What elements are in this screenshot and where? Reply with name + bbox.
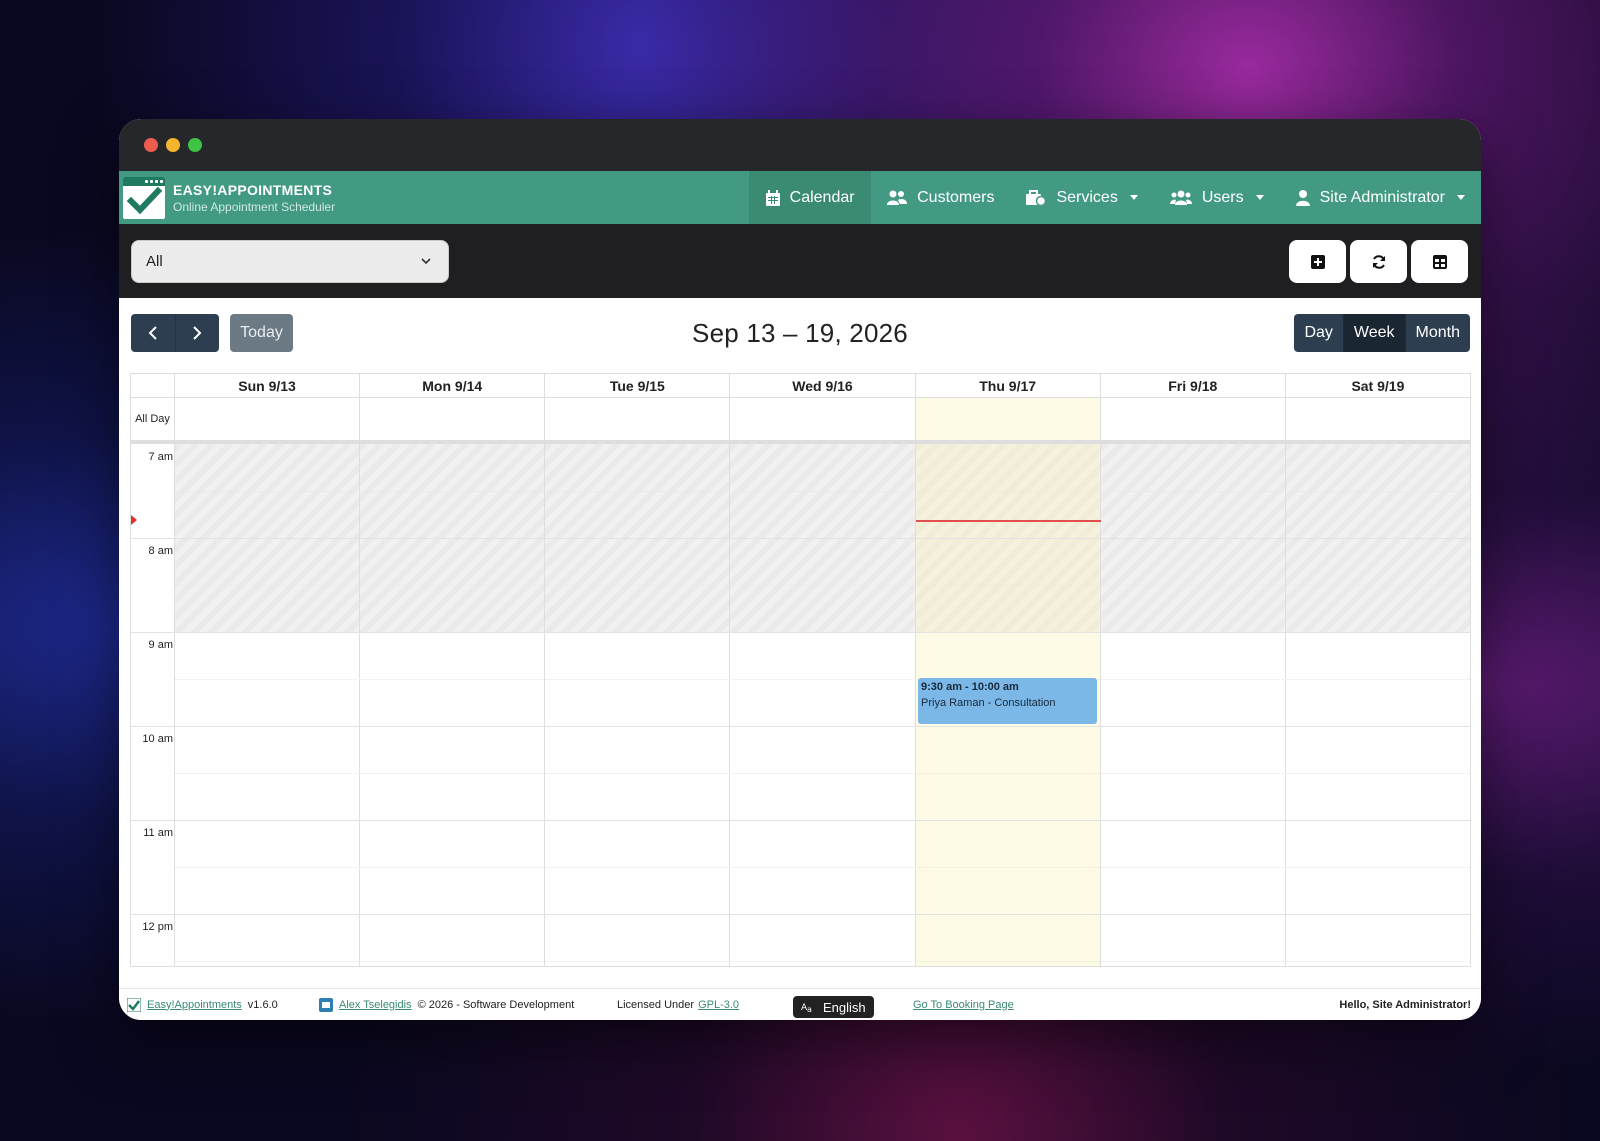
now-indicator-arrow xyxy=(131,515,137,525)
brand[interactable]: EASY!APPOINTMENTS Online Appointment Sch… xyxy=(119,171,749,224)
nav-users-label: Users xyxy=(1201,188,1244,206)
day-column[interactable] xyxy=(175,444,361,966)
footer-app: Easy!Appointments v1.6.0 xyxy=(127,997,278,1012)
calendar-toolbar: All xyxy=(119,224,1481,298)
footer-license-prefix: Licensed Under xyxy=(617,998,695,1011)
chevron-down-icon xyxy=(1129,195,1138,200)
now-indicator-line xyxy=(916,520,1101,522)
all-day-cell[interactable] xyxy=(1101,398,1286,440)
event-title: Priya Raman - Consultation xyxy=(921,697,1056,709)
main-nav: Calendar Customers Services Users Site A… xyxy=(749,171,1481,224)
all-day-cell-today[interactable] xyxy=(915,398,1101,440)
day-header[interactable]: Sat 9/19 xyxy=(1286,374,1470,397)
app-logo-icon xyxy=(127,997,141,1012)
day-header[interactable]: Tue 9/15 xyxy=(545,374,731,397)
day-column[interactable] xyxy=(545,444,731,966)
nav-site-administrator[interactable]: Site Administrator xyxy=(1280,171,1481,224)
calendar-main: Today Sep 13 – 19, 2026 Day Week Month S… xyxy=(119,298,1481,990)
footer-copyright: © 2026 - Software Development xyxy=(417,998,575,1011)
reload-button[interactable] xyxy=(1350,240,1407,283)
nav-services[interactable]: Services xyxy=(1010,171,1153,224)
chevron-down-icon xyxy=(421,258,431,265)
chevron-down-icon xyxy=(1255,195,1264,200)
all-day-cell[interactable] xyxy=(1286,398,1470,440)
footer-app-link[interactable]: Easy!Appointments xyxy=(147,999,242,1011)
date-range-title: Sep 13 – 19, 2026 xyxy=(692,318,908,348)
language-button[interactable]: Aa English xyxy=(793,996,874,1018)
footer-author: Alex Tselegidis © 2026 - Software Develo… xyxy=(319,997,575,1012)
all-day-cell[interactable] xyxy=(360,398,546,440)
day-header-row: Sun 9/13 Mon 9/14 Tue 9/15 Wed 9/16 Thu … xyxy=(131,374,1470,398)
day-header[interactable]: Mon 9/14 xyxy=(360,374,546,397)
provider-filter-value: All xyxy=(146,253,163,270)
close-window-button[interactable] xyxy=(144,138,158,152)
translate-icon: Aa xyxy=(801,1003,812,1013)
view-day-button[interactable]: Day xyxy=(1294,314,1342,352)
footer-license: Licensed Under GPL-3.0 xyxy=(617,999,739,1011)
booking-page-link[interactable]: Go To Booking Page xyxy=(913,999,1014,1011)
window-titlebar xyxy=(119,119,1481,171)
day-header[interactable]: Wed 9/16 xyxy=(730,374,916,397)
footer-version: v1.6.0 xyxy=(247,998,278,1011)
users-icon xyxy=(887,190,908,205)
maximize-window-button[interactable] xyxy=(188,138,202,152)
week-grid: Sun 9/13 Mon 9/14 Tue 9/15 Wed 9/16 Thu … xyxy=(130,373,1471,967)
chevron-down-icon xyxy=(1457,195,1465,200)
all-day-label: All Day xyxy=(131,398,175,440)
top-navbar: EASY!APPOINTMENTS Online Appointment Sch… xyxy=(119,171,1481,224)
footer-author-link[interactable]: Alex Tselegidis xyxy=(339,999,412,1011)
add-appointment-button[interactable] xyxy=(1289,240,1346,283)
calendar-icon xyxy=(765,189,780,206)
all-day-row: All Day xyxy=(131,398,1470,444)
nav-calendar-label: Calendar xyxy=(789,188,855,206)
table-view-icon xyxy=(1432,254,1447,269)
day-column[interactable] xyxy=(730,444,916,966)
time-grid: 7 am 8 am 9 am 10 am 11 am 12 pm 9:30 am - 10… xyxy=(131,444,1470,966)
brand-title: EASY!APPOINTMENTS xyxy=(173,181,333,198)
nav-calendar[interactable]: Calendar xyxy=(749,171,872,224)
provider-filter-select[interactable]: All xyxy=(131,240,449,283)
user-icon xyxy=(1295,189,1310,206)
brand-subtitle: Online Appointment Scheduler xyxy=(173,199,336,214)
table-view-button[interactable] xyxy=(1411,240,1468,283)
all-day-cell[interactable] xyxy=(730,398,916,440)
day-column[interactable] xyxy=(1100,444,1286,966)
app-window: EASY!APPOINTMENTS Online Appointment Sch… xyxy=(119,119,1481,1020)
event-time: 9:30 am - 10:00 am xyxy=(921,681,1019,693)
user-group-icon xyxy=(1169,190,1192,205)
day-header[interactable]: Fri 9/18 xyxy=(1101,374,1286,397)
add-appointment-icon xyxy=(1310,254,1325,269)
view-month-button[interactable]: Month xyxy=(1404,314,1470,352)
day-header[interactable]: Sun 9/13 xyxy=(175,374,361,397)
all-day-cell[interactable] xyxy=(175,398,361,440)
app-logo-icon xyxy=(123,176,165,219)
nav-services-label: Services xyxy=(1056,188,1118,206)
footer: Easy!Appointments v1.6.0 Alex Tselegidis… xyxy=(119,988,1481,1020)
view-week-button[interactable]: Week xyxy=(1342,314,1405,352)
day-column[interactable] xyxy=(360,444,546,966)
footer-booking: Go To Booking Page xyxy=(913,999,1014,1011)
view-switcher: Day Week Month xyxy=(1294,314,1470,352)
refresh-icon xyxy=(1372,254,1385,269)
developer-logo-icon xyxy=(319,997,333,1012)
footer-license-link[interactable]: GPL-3.0 xyxy=(698,999,739,1011)
svg-text:a: a xyxy=(807,1005,812,1013)
briefcase-icon xyxy=(1026,189,1047,206)
all-day-cell[interactable] xyxy=(545,398,731,440)
greeting-text: Hello, Site Administrator! xyxy=(1339,998,1471,1011)
language-label: English xyxy=(823,999,866,1015)
nav-users[interactable]: Users xyxy=(1154,171,1280,224)
day-header[interactable]: Thu 9/17 xyxy=(916,374,1101,397)
minimize-window-button[interactable] xyxy=(166,138,180,152)
time-gutter xyxy=(131,444,175,966)
day-column[interactable] xyxy=(1285,444,1470,966)
appointment-event[interactable]: 9:30 am - 10:00 am Priya Raman - Consult… xyxy=(918,678,1097,724)
nav-site-administrator-label: Site Administrator xyxy=(1319,188,1445,206)
nav-customers-label: Customers xyxy=(917,188,995,206)
nav-customers[interactable]: Customers xyxy=(871,171,1010,224)
